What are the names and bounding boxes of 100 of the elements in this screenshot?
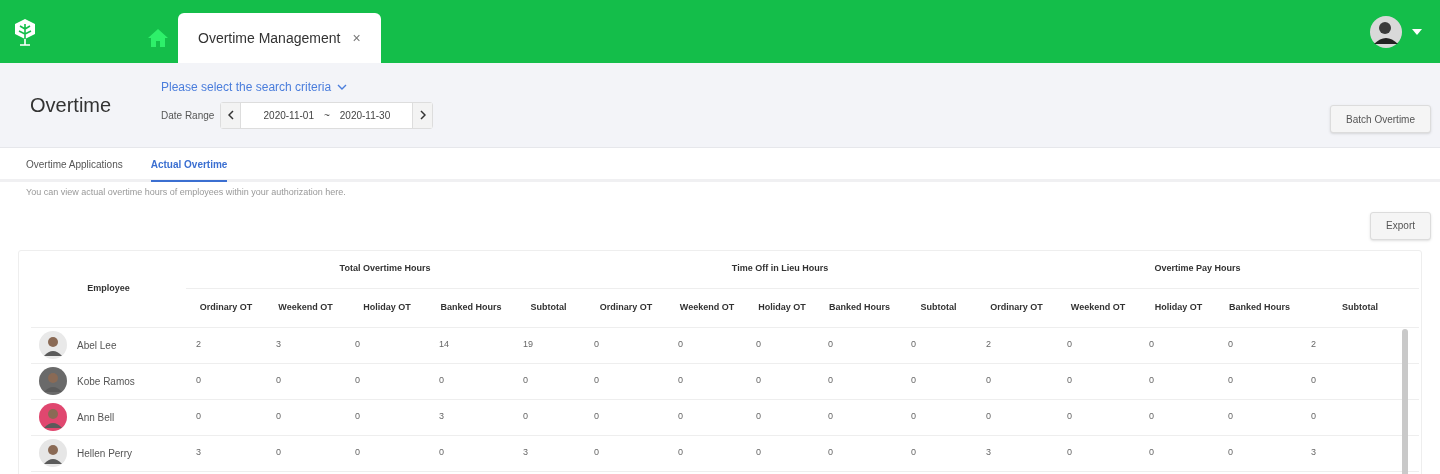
table-cell: 0: [355, 375, 360, 386]
table-cell: 3: [439, 411, 444, 422]
table-cell: 0: [756, 339, 761, 350]
table-cell: 0: [355, 447, 360, 458]
table-cell: 0: [276, 447, 281, 458]
table-cell: 0: [594, 339, 599, 350]
column-header: Subtotal: [1342, 300, 1378, 314]
column-header: Holiday OT: [1154, 300, 1203, 314]
table-cell: 0: [594, 411, 599, 422]
table-cell: 14: [439, 339, 449, 350]
description-text: You can view actual overtime hours of employees within your authorization here.: [25, 186, 347, 199]
avatar-icon: [39, 367, 67, 395]
table-cell: 0: [1311, 375, 1316, 386]
table-cell: 0: [523, 411, 528, 422]
table-cell: 0: [1067, 375, 1072, 386]
table-cell: 0: [1228, 375, 1233, 386]
avatar-icon[interactable]: [1370, 16, 1402, 48]
avatar-icon: [39, 331, 67, 359]
table-cell: 2: [1311, 339, 1316, 350]
table-cell: 0: [1228, 339, 1233, 350]
column-header: Ordinary OT: [990, 300, 1043, 314]
chevron-down-icon: [337, 83, 348, 90]
table-cell: 0: [1067, 411, 1072, 422]
table-cell: 0: [1228, 447, 1233, 458]
date-range-label: Date Range: [161, 108, 215, 123]
table-cell: 3: [1311, 447, 1316, 458]
group-header: Overtime Pay Hours: [1154, 262, 1241, 276]
table-cell: 0: [911, 411, 916, 422]
page-title: Overtime: [30, 93, 113, 118]
group-header: Total Overtime Hours: [339, 262, 431, 276]
caret-icon[interactable]: [1412, 29, 1422, 35]
table-cell: 0: [1228, 411, 1233, 422]
column-header: Employee: [87, 281, 130, 295]
table-cell: 0: [678, 375, 683, 386]
table-cell: 19: [523, 339, 533, 350]
table-cell: 0: [523, 375, 528, 386]
table-cell: 2: [196, 339, 201, 350]
table-cell: 0: [911, 375, 916, 386]
tab[interactable]: Actual Overtime: [150, 157, 228, 182]
home-icon: [147, 28, 169, 48]
table-cell: 0: [196, 375, 201, 386]
page-tab[interactable]: Overtime Management ×: [178, 13, 381, 63]
table-cell: 0: [828, 375, 833, 386]
table-cell: 0: [828, 447, 833, 458]
table-cell: 0: [1149, 411, 1154, 422]
employee-name: Hellen Perry: [77, 446, 133, 461]
column-header: Banked Hours: [440, 300, 502, 314]
search-criteria-toggle[interactable]: Please select the search criteria: [161, 77, 434, 96]
table-cell: 0: [756, 447, 761, 458]
tab[interactable]: Overtime Applications: [26, 157, 123, 182]
column-header: Holiday OT: [363, 300, 411, 314]
table-cell: 0: [828, 339, 833, 350]
table-cell: 0: [439, 375, 444, 386]
table-cell: 0: [276, 375, 281, 386]
tree-logo-icon: [13, 18, 37, 46]
table-cell: 3: [986, 447, 991, 458]
column-header: Banked Hours: [1229, 300, 1290, 314]
column-header: Holiday OT: [758, 300, 806, 314]
table-cell: 0: [1067, 339, 1072, 350]
column-header: Subtotal: [920, 300, 957, 314]
table-cell: 3: [523, 447, 528, 458]
column-header: Ordinary OT: [199, 300, 253, 314]
table-cell: 0: [355, 339, 360, 350]
table-cell: 0: [594, 375, 599, 386]
table-cell: 0: [1311, 411, 1316, 422]
table-cell: 0: [355, 411, 360, 422]
employee-name: Ann Bell: [77, 410, 115, 425]
group-header: Time Off in Lieu Hours: [731, 262, 829, 276]
column-header: Weekend OT: [1070, 300, 1126, 314]
table-cell: 0: [1149, 375, 1154, 386]
table-cell: 0: [439, 447, 444, 458]
table-cell: 0: [678, 339, 683, 350]
employee-name: Abel Lee: [77, 338, 117, 353]
avatar-icon: [39, 439, 67, 467]
table-cell: 3: [196, 447, 201, 458]
column-header: Weekend OT: [278, 300, 333, 314]
table-cell: 0: [594, 447, 599, 458]
table-cell: 0: [756, 375, 761, 386]
table-cell: 0: [196, 411, 201, 422]
table-cell: 0: [1149, 339, 1154, 350]
table-cell: 0: [911, 447, 916, 458]
column-header: Weekend OT: [679, 300, 735, 314]
table-cell: 0: [678, 411, 683, 422]
table-cell: 0: [1067, 447, 1072, 458]
table-cell: 0: [986, 375, 991, 386]
batch-overtime-button[interactable]: Batch Overtime: [1330, 105, 1431, 133]
avatar-icon: [39, 403, 67, 431]
table-cell: 3: [276, 339, 281, 350]
table-cell: 0: [1149, 447, 1154, 458]
employee-name: Kobe Ramos: [77, 374, 135, 389]
table-cell: 0: [276, 411, 281, 422]
column-header: Banked Hours: [829, 300, 890, 314]
table-cell: 0: [678, 447, 683, 458]
column-header: Ordinary OT: [599, 300, 653, 314]
column-header: Subtotal: [530, 300, 567, 314]
table-cell: 0: [828, 411, 833, 422]
table-cell: 0: [756, 411, 761, 422]
close-icon[interactable]: ×: [352, 27, 361, 49]
table-cell: 0: [986, 411, 991, 422]
export-button[interactable]: Export: [1370, 211, 1431, 240]
